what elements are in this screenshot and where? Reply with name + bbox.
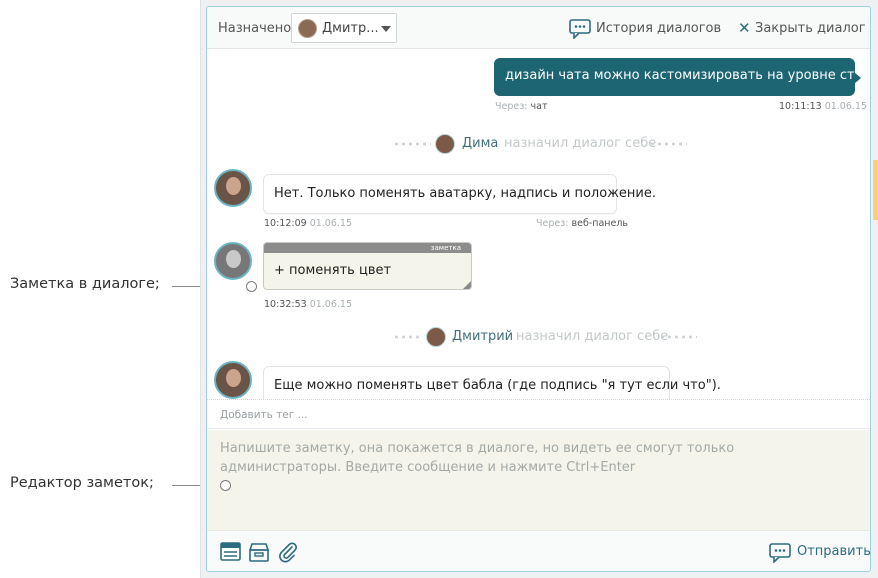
notes-editor-placeholder: Напишите заметку, она покажется в диалог… [220, 441, 735, 475]
dialog-panel: Назначено: Дмитр... История диалогов ✕ З… [206, 6, 871, 572]
close-x-icon: ✕ [738, 19, 751, 37]
note-message: заметка + поменять цвет [263, 242, 472, 290]
system-event-action: назначил диалог себе [504, 136, 657, 151]
dialog-header: Назначено: Дмитр... История диалогов ✕ З… [207, 7, 870, 49]
send-label: Отправить [797, 544, 871, 559]
callout-marker [246, 281, 257, 292]
avatar [426, 327, 446, 347]
avatar [298, 19, 317, 38]
paperclip-icon[interactable] [277, 541, 299, 563]
message-list[interactable]: дизайн чата можно кастомизировать на уро… [207, 49, 870, 399]
avatar [214, 242, 252, 280]
time: 10:12:09 [264, 218, 307, 229]
close-dialog-label: Закрыть диалог [755, 21, 866, 36]
date: 01.06.15 [309, 218, 353, 229]
via-value: чат [530, 101, 548, 112]
time: 10:32:53 [264, 299, 307, 310]
chat-bubble-icon [769, 543, 791, 563]
editor-toolbar: Отправить [207, 530, 871, 571]
system-event-action: назначил диалог себе [516, 329, 669, 344]
system-event: Дмитрий назначил диалог себе [393, 327, 703, 347]
incoming-message-bubble: Еще можно поменять цвет бабла (где подпи… [263, 366, 721, 399]
via-label: Через: [536, 218, 569, 229]
message-timestamp: 10:12:09 01.06.15 [264, 218, 352, 229]
date: 01.06.15 [824, 101, 868, 112]
system-event-user: Дима [462, 136, 499, 151]
note-corner-fold [463, 281, 471, 289]
tag-input-placeholder: Добавить тег ... [220, 409, 308, 421]
incoming-message-bubble: Нет. Только поменять аватарку, надпись и… [263, 174, 656, 214]
chevron-down-icon [381, 26, 391, 32]
divider-dots [393, 335, 421, 339]
message-via: Через: чат [495, 101, 548, 112]
assignee-name: Дмитр... [322, 21, 379, 36]
archive-box-icon[interactable] [248, 541, 270, 563]
avatar [214, 169, 252, 207]
divider-dots [649, 142, 687, 146]
message-timestamp: 10:11:13 01.06.15 [779, 101, 867, 112]
outgoing-message-bubble: дизайн чата можно кастомизировать на уро… [494, 58, 870, 96]
note-label: заметка [430, 244, 461, 252]
avatar [214, 361, 252, 399]
via-label: Через: [495, 101, 528, 112]
message-via: Через: веб-панель [536, 218, 628, 229]
history-label: История диалогов [596, 21, 722, 36]
avatar [435, 134, 455, 154]
callout-note-in-dialog: Заметка в диалоге; [10, 276, 160, 292]
date: 01.06.15 [309, 299, 353, 310]
divider-dots [659, 335, 697, 339]
bubble-tail [854, 72, 861, 84]
system-event: Дима назначил диалог себе [393, 134, 693, 154]
screenshot-root: Заметка в диалоге; Редактор заметок; Наз… [0, 0, 878, 578]
via-value: веб-панель [571, 218, 629, 229]
time: 10:11:13 [779, 101, 822, 112]
chat-bubble-icon [569, 19, 591, 39]
note-text: + поменять цвет [274, 263, 392, 278]
message-timestamp: 10:32:53 01.06.15 [264, 299, 352, 310]
callout-notes-editor: Редактор заметок; [10, 475, 154, 491]
divider-dots [393, 142, 431, 146]
side-accent-strip [873, 160, 878, 220]
system-event-user: Дмитрий [452, 329, 514, 344]
notes-editor[interactable]: Напишите заметку, она покажется в диалог… [207, 430, 870, 530]
assigned-label: Назначено: [218, 21, 296, 36]
notes-icon[interactable] [220, 541, 242, 563]
assignee-dropdown[interactable]: Дмитр... [291, 13, 397, 43]
tag-input[interactable]: Добавить тег ... [207, 399, 870, 429]
callout-marker [220, 480, 231, 491]
